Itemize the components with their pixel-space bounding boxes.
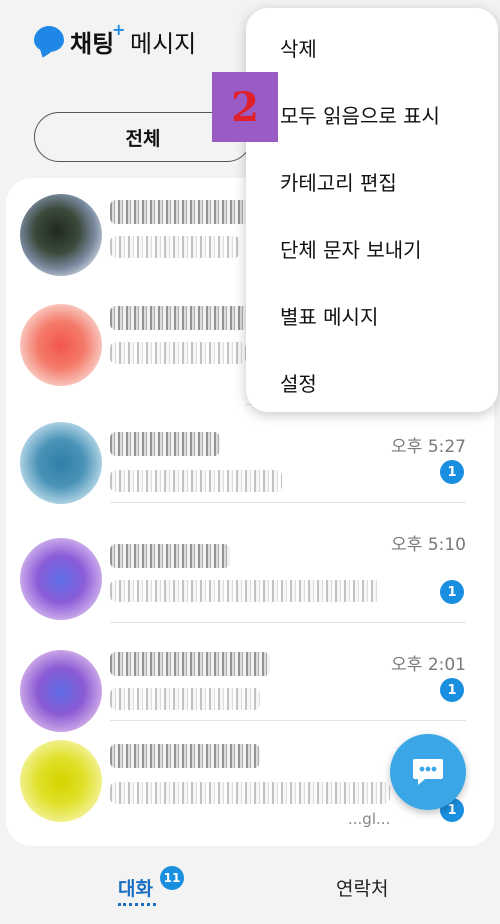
- tab-contacts[interactable]: 연락처: [336, 874, 388, 901]
- message-preview-redacted: [110, 470, 282, 492]
- app-name: 채팅: [70, 30, 115, 58]
- menu-item-mark-all-read[interactable]: 모두 읽음으로 표시: [246, 81, 498, 148]
- bottom-navigation: 대화 11 연락처: [0, 848, 500, 924]
- avatar: [20, 538, 102, 620]
- menu-item-starred-messages[interactable]: 별표 메시지: [246, 282, 498, 349]
- message-preview-redacted: [110, 342, 246, 364]
- conversation-row[interactable]: 오후 5:27 1: [6, 406, 494, 524]
- contact-name-redacted: [110, 200, 250, 224]
- overflow-menu: 삭제 모두 읽음으로 표시 카테고리 편집 단체 문자 보내기 별표 메시지 설…: [246, 8, 498, 412]
- contact-name-redacted: [110, 744, 260, 768]
- message-time: 오후 2:01: [391, 655, 466, 675]
- conversation-row[interactable]: 오후 5:10 1: [6, 522, 494, 640]
- plus-mark: +: [112, 20, 126, 39]
- avatar: [20, 650, 102, 732]
- contact-name-redacted: [110, 432, 220, 456]
- message-preview-redacted: [110, 688, 260, 710]
- unread-count-badge: 1: [440, 460, 464, 484]
- avatar: [20, 422, 102, 504]
- menu-item-delete[interactable]: 삭제: [246, 14, 498, 81]
- contact-name-redacted: [110, 544, 230, 568]
- menu-item-group-message[interactable]: 단체 문자 보내기: [246, 215, 498, 282]
- avatar: [20, 740, 102, 822]
- avatar: [20, 304, 102, 386]
- page-title: 메시지: [130, 30, 197, 58]
- chat-bubble-icon: [34, 26, 64, 52]
- unread-count-badge: 1: [440, 580, 464, 604]
- menu-item-settings[interactable]: 설정: [246, 349, 498, 416]
- contact-name-redacted: [110, 652, 270, 676]
- step-annotation-badge: 2: [212, 72, 278, 142]
- contact-name-redacted: [110, 306, 258, 330]
- menu-item-edit-categories[interactable]: 카테고리 편집: [246, 148, 498, 215]
- conversations-unread-badge: 11: [160, 866, 184, 890]
- compose-message-button[interactable]: [390, 734, 466, 810]
- tab-conversations[interactable]: 대화: [118, 874, 153, 901]
- message-time: 오후 5:10: [391, 535, 466, 555]
- message-preview-redacted: [110, 782, 390, 804]
- active-tab-indicator: [118, 903, 156, 906]
- message-preview-redacted: [110, 236, 240, 258]
- chat-bubble-icon: [413, 759, 443, 785]
- message-preview-redacted: [110, 580, 380, 602]
- message-time: 오후 5:27: [391, 437, 466, 457]
- unread-count-badge: 1: [440, 678, 464, 702]
- message-preview-snippet: ...gl...: [348, 810, 391, 828]
- avatar: [20, 194, 102, 276]
